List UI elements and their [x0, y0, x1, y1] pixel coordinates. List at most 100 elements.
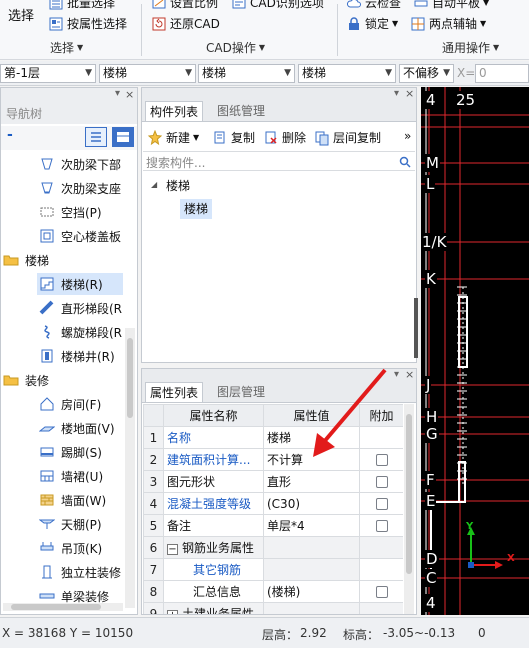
- tab-layer-manage[interactable]: 图层管理: [213, 382, 269, 402]
- component-tree-root[interactable]: 楼梯: [166, 177, 190, 194]
- batch-select-button[interactable]: 批量选择: [48, 0, 115, 11]
- nav-item-stairwell[interactable]: 楼梯井(R): [39, 345, 115, 367]
- chevron-down-icon: ▼: [493, 43, 500, 52]
- x-offset-input[interactable]: 0: [475, 64, 529, 83]
- folder-icon: [3, 375, 19, 386]
- property-value[interactable]: (C30): [263, 492, 360, 515]
- extra-checkbox[interactable]: [375, 586, 388, 598]
- pin-icon[interactable]: ▾: [115, 88, 120, 99]
- cad-axis-label: J: [425, 376, 432, 394]
- nav-item-opening[interactable]: 空挡(P): [39, 201, 102, 223]
- new-component-button[interactable]: 新建 ▼: [147, 129, 199, 146]
- property-extra: [359, 602, 403, 614]
- nav-category-decor[interactable]: 装修: [3, 369, 49, 391]
- tab-drawing-manage[interactable]: 图纸管理: [213, 101, 269, 121]
- nav-scrollbar-thumb[interactable]: [127, 338, 133, 418]
- nav-hscrollbar[interactable]: [3, 603, 123, 611]
- nav-item-stair[interactable]: 楼梯(R): [37, 273, 123, 295]
- cad-axis-label: D: [425, 550, 439, 568]
- collapse-icon[interactable]: −: [167, 544, 178, 555]
- pin-icon[interactable]: ▾: [394, 88, 399, 99]
- property-name: 建筑面积计算...: [163, 448, 264, 471]
- copy-component-button[interactable]: 复制: [212, 129, 255, 146]
- grid-view-icon[interactable]: [112, 127, 134, 147]
- lock-button[interactable]: 锁定 ▼: [346, 15, 398, 32]
- folder-icon: [3, 255, 19, 266]
- component-tree-child[interactable]: 楼梯: [180, 199, 213, 219]
- properties-scrollbar-thumb[interactable]: [406, 414, 412, 574]
- select-label: 选择: [8, 9, 35, 24]
- select-button[interactable]: 选择: [8, 5, 34, 24]
- nav-item-wall-surface[interactable]: 墙面(W): [39, 489, 106, 511]
- tab-property-list[interactable]: 属性列表: [145, 382, 204, 402]
- set-scale-button[interactable]: 设置比例: [151, 0, 218, 11]
- collapse-all-button[interactable]: -: [7, 127, 13, 143]
- property-row[interactable]: 6− 钢筋业务属性: [143, 536, 403, 559]
- property-row[interactable]: 4 混凝土强度等级 (C30): [143, 492, 403, 515]
- two-point-aux-button[interactable]: 两点辅轴 ▼: [410, 15, 486, 32]
- delete-component-button[interactable]: 删除: [263, 129, 306, 146]
- nav-category-stairs[interactable]: 楼梯: [3, 249, 49, 271]
- property-row-number: 3: [143, 470, 164, 493]
- close-icon[interactable]: ×: [405, 87, 414, 100]
- offset-select[interactable]: 不偏移 ▼: [399, 64, 454, 83]
- type-select[interactable]: 楼梯 ▼: [198, 64, 295, 83]
- close-icon[interactable]: ×: [405, 368, 414, 381]
- extra-checkbox[interactable]: [375, 498, 388, 510]
- property-value[interactable]: 单层*4: [263, 514, 360, 537]
- nav-item-ceiling[interactable]: 天棚(P): [39, 513, 102, 535]
- nav-item-skirting[interactable]: 踢脚(S): [39, 441, 102, 463]
- category-select[interactable]: 楼梯 ▼: [99, 64, 196, 83]
- nav-item-floor[interactable]: 楼地面(V): [39, 417, 115, 439]
- header-corner: [143, 404, 164, 427]
- component-splitter[interactable]: [414, 298, 418, 358]
- floor-select[interactable]: 第-1层 ▼: [0, 64, 96, 83]
- cad-drawing-canvas[interactable]: 4 25 M L 1/K K J H G F E D C 4 Y X: [421, 87, 529, 615]
- nav-scrollbar[interactable]: [125, 328, 135, 608]
- property-row[interactable]: 5 备注 单层*4: [143, 514, 403, 537]
- property-extra: [359, 558, 403, 581]
- cad-options-button[interactable]: CAD识别选项: [231, 0, 324, 11]
- component-select[interactable]: 楼梯 ▼: [298, 64, 396, 83]
- component-search-input[interactable]: 搜索构件...: [146, 154, 205, 171]
- floor-copy-button[interactable]: 层间复制: [314, 129, 381, 146]
- close-icon[interactable]: ×: [125, 88, 134, 101]
- nav-item-room[interactable]: 房间(F): [39, 393, 101, 415]
- property-row[interactable]: 7 其它钢筋: [143, 558, 403, 581]
- nav-item-column-finish[interactable]: 独立柱装修: [39, 561, 121, 583]
- nav-item-dado[interactable]: 墙裙(U): [39, 465, 103, 487]
- property-row[interactable]: 3 图元形状 直形: [143, 470, 403, 493]
- general-group-label[interactable]: 通用操作 ▼: [442, 39, 499, 56]
- nav-item-straight-flight[interactable]: 直形梯段(R: [39, 297, 122, 319]
- nav-item-beam-lower[interactable]: 次肋梁下部: [39, 153, 121, 175]
- property-value[interactable]: (楼梯): [263, 580, 360, 603]
- attr-select-button[interactable]: 按属性选择: [48, 15, 127, 32]
- property-value[interactable]: [263, 558, 360, 581]
- property-name-text: 汇总信息: [193, 585, 242, 599]
- auto-level-button[interactable]: 自动平板 ▼: [413, 0, 489, 11]
- component-search-box[interactable]: 搜索构件...: [143, 151, 415, 171]
- property-row[interactable]: 8 汇总信息 (楼梯): [143, 580, 403, 603]
- cloud-check-button[interactable]: 云检查: [346, 0, 401, 11]
- properties-scrollbar[interactable]: [404, 404, 414, 614]
- property-value[interactable]: 直形: [263, 470, 360, 493]
- extra-checkbox[interactable]: [375, 476, 388, 488]
- more-tools-button[interactable]: »: [404, 129, 411, 143]
- select-group-label[interactable]: 选择 ▼: [50, 39, 83, 56]
- cad-group-label[interactable]: CAD操作 ▼: [206, 39, 265, 56]
- search-icon[interactable]: [399, 156, 411, 168]
- status-floor-height: 2.92: [300, 626, 327, 640]
- nav-item-spiral-flight[interactable]: 螺旋梯段(R: [39, 321, 122, 343]
- nav-item-hollow-slab[interactable]: 空心楼盖板: [39, 225, 121, 247]
- expand-icon[interactable]: +: [167, 610, 178, 614]
- nav-item-beam-support[interactable]: 次肋梁支座: [39, 177, 121, 199]
- property-row[interactable]: 9+ 土建业务属性: [143, 602, 403, 614]
- restore-cad-button[interactable]: 还原CAD: [151, 15, 220, 32]
- tab-component-list[interactable]: 构件列表: [145, 101, 204, 121]
- nav-item-suspended-ceiling[interactable]: 吊顶(K): [39, 537, 102, 559]
- tree-expander-icon[interactable]: ◢: [151, 180, 157, 189]
- nav-hscrollbar-thumb[interactable]: [11, 604, 101, 610]
- ucs-x-label: X: [507, 553, 515, 564]
- list-view-icon[interactable]: [85, 127, 107, 147]
- extra-checkbox[interactable]: [375, 520, 388, 532]
